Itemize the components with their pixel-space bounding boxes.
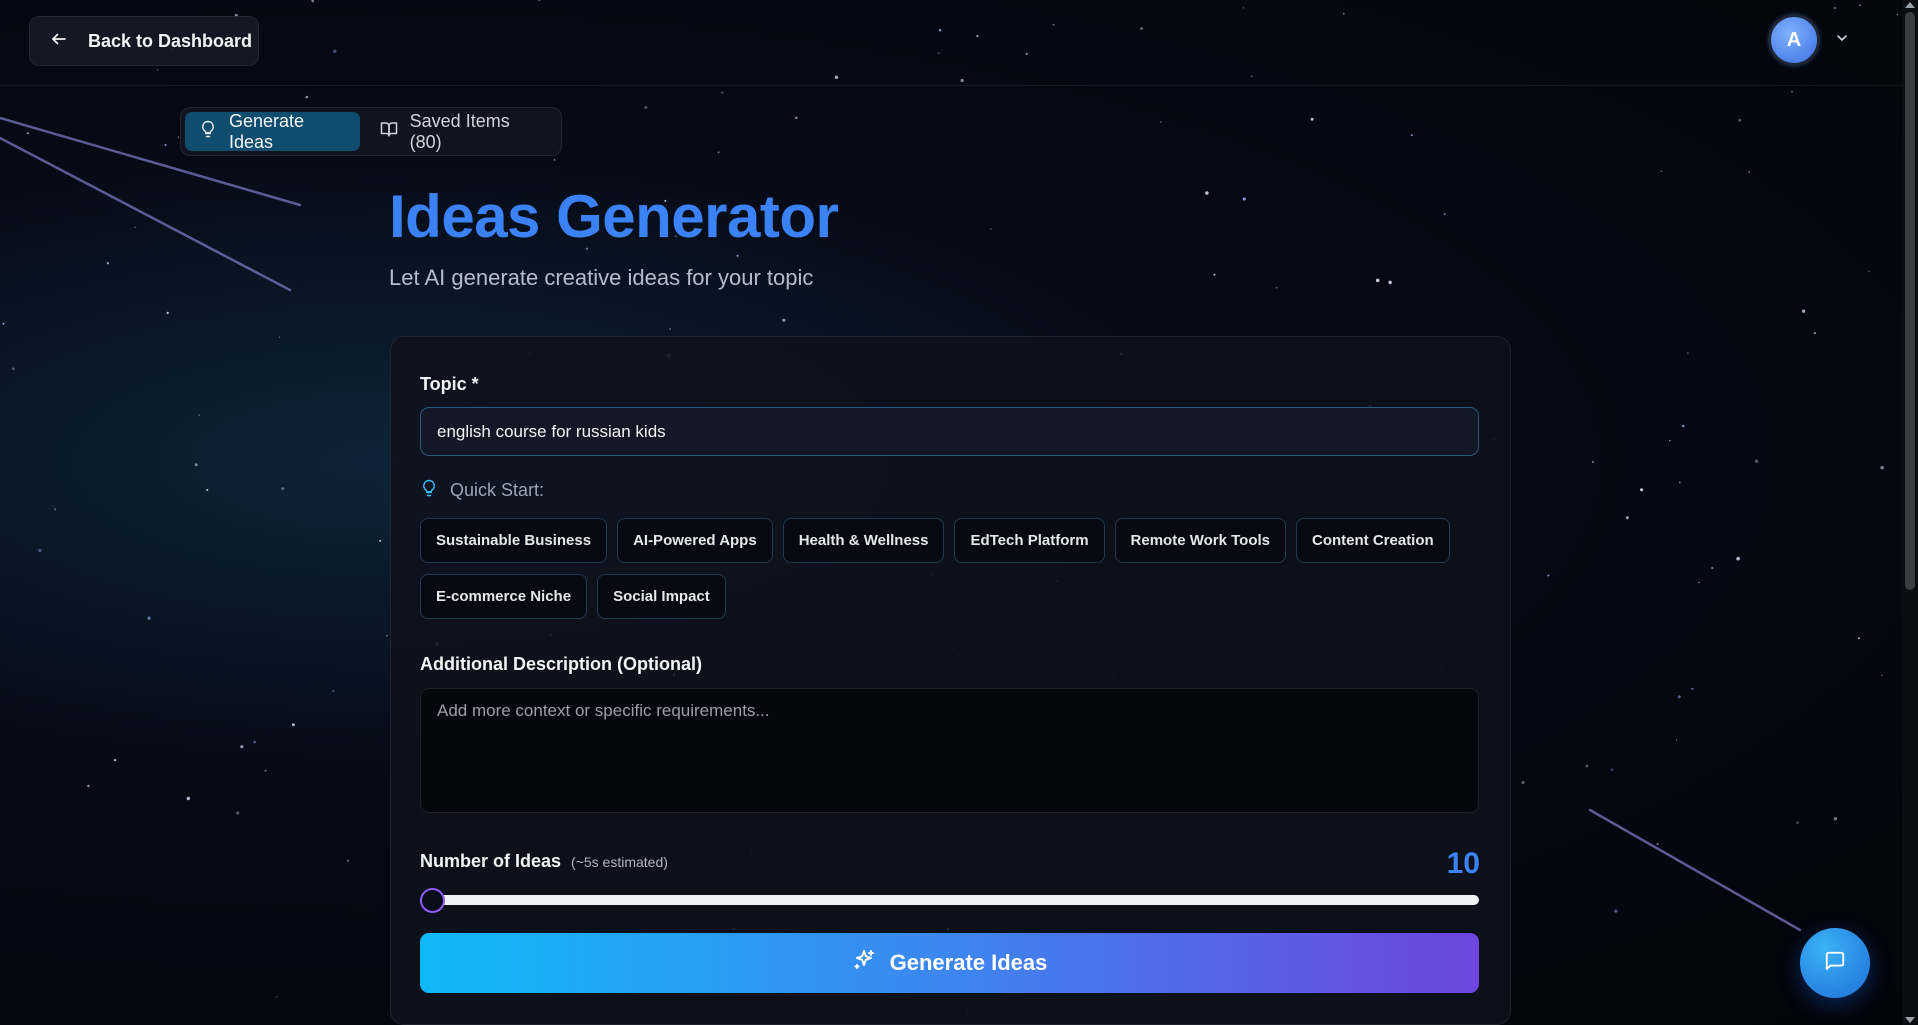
chip-sustainable-business[interactable]: Sustainable Business <box>420 518 608 563</box>
quick-start-text: Quick Start: <box>450 480 545 500</box>
quick-start-chips: Sustainable Business AI-Powered Apps Hea… <box>420 518 1490 619</box>
tab-generate-ideas[interactable]: Generate Ideas <box>185 110 360 152</box>
top-bar: Back to Dashboard A <box>0 0 1902 86</box>
number-label-text: Number of Ideas <box>420 851 562 871</box>
ideas-count-slider-thumb[interactable] <box>420 888 445 913</box>
back-button-label: Back to Dashboard <box>88 30 253 51</box>
lightbulb-icon <box>420 479 438 502</box>
chip-health-wellness[interactable]: Health & Wellness <box>782 518 945 563</box>
tab-label: Saved Items (80) <box>409 110 510 152</box>
sparkles-icon <box>852 948 876 978</box>
page-title: Ideas Generator <box>389 183 839 250</box>
tab-label: Generate Ideas <box>229 110 305 152</box>
user-menu[interactable]: A <box>1768 14 1850 66</box>
chip-edtech-platform[interactable]: EdTech Platform <box>954 518 1105 563</box>
arrow-left-icon <box>50 30 68 53</box>
chip-remote-work-tools[interactable]: Remote Work Tools <box>1114 518 1287 563</box>
page-scrollbar[interactable] <box>1902 0 1918 1025</box>
ideas-count-slider-track[interactable] <box>420 895 1479 905</box>
topic-input[interactable] <box>420 407 1479 456</box>
lightbulb-icon <box>199 120 217 143</box>
generate-button-label: Generate Ideas <box>889 950 1048 975</box>
generate-ideas-button[interactable]: Generate Ideas <box>420 933 1479 993</box>
scrollbar-thumb[interactable] <box>1905 12 1915 590</box>
number-of-ideas-value: 10 <box>1446 847 1480 880</box>
tab-saved-items[interactable]: Saved Items (80) <box>366 110 557 152</box>
book-open-icon <box>380 120 398 143</box>
description-label: Additional Description (Optional) <box>420 654 702 674</box>
quick-start-label: Quick Start: <box>420 479 544 502</box>
mode-tabs: Generate Ideas Saved Items (80) <box>180 107 562 156</box>
description-textarea[interactable] <box>420 688 1479 813</box>
back-to-dashboard-button[interactable]: Back to Dashboard <box>29 16 259 66</box>
page-subtitle: Let AI generate creative ideas for your … <box>389 265 814 290</box>
chip-social-impact[interactable]: Social Impact <box>597 574 726 619</box>
message-square-icon <box>1824 950 1846 977</box>
time-estimate: (~5s estimated) <box>571 854 668 870</box>
chip-content-creation[interactable]: Content Creation <box>1296 518 1450 563</box>
scroll-up-arrow[interactable] <box>1905 2 1915 8</box>
scroll-down-arrow[interactable] <box>1905 1017 1915 1023</box>
number-of-ideas-label: Number of Ideas (~5s estimated) <box>420 851 668 872</box>
chevron-down-icon[interactable] <box>1834 30 1850 51</box>
avatar[interactable]: A <box>1768 14 1820 66</box>
chat-button[interactable] <box>1800 928 1870 998</box>
chip-ai-powered-apps[interactable]: AI-Powered Apps <box>617 518 773 563</box>
ideas-form-card: Topic * Quick Start: Sustainable Busines… <box>390 336 1511 1025</box>
chip-ecommerce-niche[interactable]: E-commerce Niche <box>420 574 588 619</box>
topic-label: Topic * <box>420 374 479 394</box>
